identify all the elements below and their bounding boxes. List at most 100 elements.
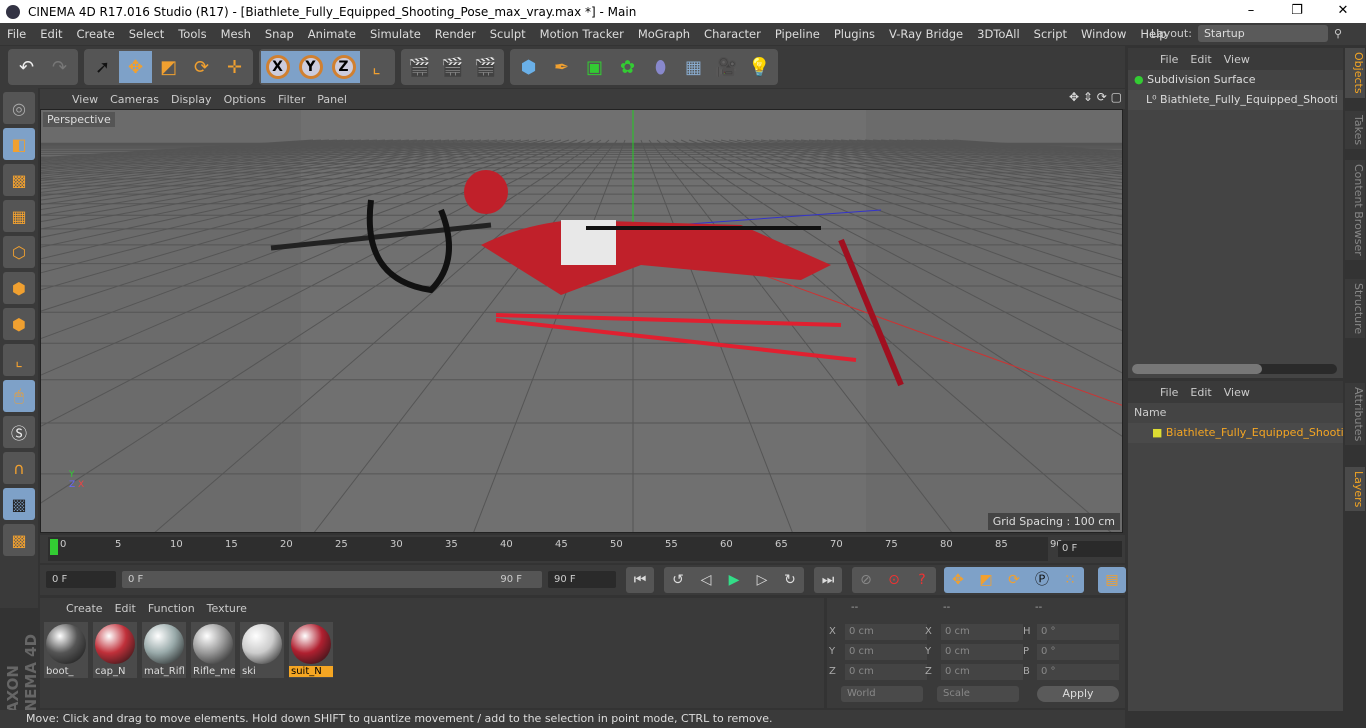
- prev-key-icon[interactable]: ↺: [664, 567, 692, 593]
- viewport-menu-filter[interactable]: Filter: [272, 93, 311, 106]
- cube-icon[interactable]: ⬢: [512, 51, 545, 83]
- play-icon[interactable]: ▶: [720, 567, 748, 593]
- tab-layers[interactable]: Layers: [1345, 467, 1365, 512]
- goto-end-icon[interactable]: ⏭: [814, 567, 842, 593]
- size-mode-dropdown[interactable]: Scale: [937, 686, 1019, 702]
- close-button[interactable]: ✕: [1320, 0, 1366, 23]
- goto-start-icon[interactable]: ⏮: [626, 567, 654, 593]
- viewport-menu-cameras[interactable]: Cameras: [104, 93, 165, 106]
- next-key-icon[interactable]: ↻: [776, 567, 804, 593]
- coordinate-system-icon[interactable]: ⌞: [360, 51, 393, 83]
- render-settings-icon[interactable]: 🎬: [469, 51, 502, 83]
- layers-menu-edit[interactable]: Edit: [1184, 386, 1217, 399]
- menu-edit[interactable]: Edit: [33, 27, 69, 41]
- deformer-icon[interactable]: ⬮: [644, 51, 677, 83]
- viewport-perspective[interactable]: Perspective YZ X Grid Spacing : 100 cm: [40, 109, 1123, 533]
- autokey-icon[interactable]: ⊙: [880, 567, 908, 593]
- material-menu-function[interactable]: Function: [142, 602, 201, 615]
- menu-v-ray-bridge[interactable]: V-Ray Bridge: [882, 27, 970, 41]
- coord-field[interactable]: 0 cm: [941, 664, 1023, 680]
- menu-plugins[interactable]: Plugins: [827, 27, 882, 41]
- axis-mode-icon[interactable]: ⌞: [3, 344, 35, 376]
- menu-motion-tracker[interactable]: Motion Tracker: [533, 27, 631, 41]
- coord-field[interactable]: 0 °: [1037, 644, 1119, 660]
- edges-mode-icon[interactable]: ⬢: [3, 272, 35, 304]
- light-icon[interactable]: 💡: [743, 51, 776, 83]
- scale-icon[interactable]: ◩: [152, 51, 185, 83]
- make-editable-icon[interactable]: ◎: [3, 92, 35, 124]
- material-swatch[interactable]: ski: [240, 622, 284, 678]
- key-scale-icon[interactable]: ◩: [972, 567, 1000, 593]
- key-rotation-icon[interactable]: ⟳: [1000, 567, 1028, 593]
- search-icon[interactable]: ⚲: [1334, 27, 1342, 40]
- material-swatch[interactable]: cap_N: [93, 622, 137, 678]
- record-keys-icon[interactable]: ⊘: [852, 567, 880, 593]
- apply-button[interactable]: Apply: [1037, 686, 1119, 702]
- viewport-menu-options[interactable]: Options: [218, 93, 272, 106]
- horizontal-scrollbar[interactable]: [1132, 364, 1337, 374]
- points-mode-icon[interactable]: ⬡: [3, 236, 35, 268]
- menu-snap[interactable]: Snap: [258, 27, 301, 41]
- coord-field[interactable]: 0 cm: [845, 644, 927, 660]
- render-picture-viewer-icon[interactable]: 🎬: [436, 51, 469, 83]
- lock-workplane-icon[interactable]: ▩: [3, 488, 35, 520]
- texture-mode-icon[interactable]: ▩: [3, 164, 35, 196]
- coord-field[interactable]: 0 cm: [845, 624, 927, 640]
- coordinate-mode-dropdown[interactable]: World: [841, 686, 923, 702]
- tab-objects[interactable]: Objects: [1345, 48, 1365, 98]
- timeline-ruler[interactable]: 0 5 10 15 20 25 30 35 40 45 50 55 60 65 70 75 80 85 90: [48, 537, 1063, 561]
- tweak-mode-icon[interactable]: 🖱: [3, 380, 35, 412]
- menu-character[interactable]: Character: [697, 27, 768, 41]
- render-view-icon[interactable]: 🎬: [403, 51, 436, 83]
- tab-content-browser[interactable]: Content Browser: [1345, 160, 1365, 260]
- menu-create[interactable]: Create: [70, 27, 122, 41]
- key-parameter-icon[interactable]: Ⓟ: [1028, 567, 1056, 593]
- material-menu-texture[interactable]: Texture: [201, 602, 253, 615]
- layers-menu-view[interactable]: View: [1218, 386, 1256, 399]
- coord-field[interactable]: 0 cm: [845, 664, 927, 680]
- maximize-button[interactable]: ❐: [1274, 0, 1320, 23]
- menu-pipeline[interactable]: Pipeline: [768, 27, 827, 41]
- menu-mesh[interactable]: Mesh: [214, 27, 258, 41]
- keyframe-selection-icon[interactable]: ?: [908, 567, 936, 593]
- material-menu-edit[interactable]: Edit: [109, 602, 142, 615]
- cloner-icon[interactable]: ✿: [611, 51, 644, 83]
- playhead[interactable]: [50, 539, 58, 555]
- menu-sculpt[interactable]: Sculpt: [483, 27, 533, 41]
- move-icon[interactable]: ✥: [119, 51, 152, 83]
- y-axis-icon[interactable]: Y: [294, 51, 327, 83]
- layer-item[interactable]: ■ Biathlete_Fully_Equipped_Shootir: [1128, 423, 1343, 443]
- menu-3dtoall[interactable]: 3DToAll: [970, 27, 1027, 41]
- coord-field[interactable]: 0 °: [1037, 624, 1119, 640]
- layers-menu-file[interactable]: File: [1154, 386, 1184, 399]
- tab-attributes[interactable]: Attributes: [1345, 383, 1365, 446]
- objects-menu-file[interactable]: File: [1154, 53, 1184, 66]
- menu-tools[interactable]: Tools: [171, 27, 213, 41]
- floor-icon[interactable]: ▦: [677, 51, 710, 83]
- snap-icon[interactable]: Ⓢ: [3, 416, 35, 448]
- range-slider[interactable]: 0 F 90 F: [122, 571, 542, 588]
- prev-frame-icon[interactable]: ◁: [692, 567, 720, 593]
- menu-simulate[interactable]: Simulate: [363, 27, 428, 41]
- object-item-subdivision-surface[interactable]: ● Subdivision Surface: [1128, 70, 1343, 90]
- workplane-icon[interactable]: ▦: [3, 200, 35, 232]
- objects-menu-view[interactable]: View: [1218, 53, 1256, 66]
- subdivision-icon[interactable]: ▣: [578, 51, 611, 83]
- start-frame-field[interactable]: 0 F: [46, 571, 116, 588]
- key-pla-icon[interactable]: ⁙: [1056, 567, 1084, 593]
- current-frame-field[interactable]: 0 F: [1058, 541, 1122, 557]
- menu-script[interactable]: Script: [1027, 27, 1074, 41]
- material-swatch[interactable]: mat_Rifl: [142, 622, 186, 678]
- x-axis-icon[interactable]: X: [261, 51, 294, 83]
- tab-structure[interactable]: Structure: [1345, 279, 1365, 339]
- pen-icon[interactable]: ✒: [545, 51, 578, 83]
- next-frame-icon[interactable]: ▷: [748, 567, 776, 593]
- tab-takes[interactable]: Takes: [1345, 111, 1365, 150]
- menu-render[interactable]: Render: [428, 27, 483, 41]
- rotate-icon[interactable]: ⟳: [185, 51, 218, 83]
- menu-mograph[interactable]: MoGraph: [631, 27, 697, 41]
- coord-field[interactable]: 0 cm: [941, 624, 1023, 640]
- viewport-nav-icons[interactable]: ✥ ⇕ ⟳ ▢: [1069, 90, 1122, 104]
- coord-field[interactable]: 0 °: [1037, 664, 1119, 680]
- coord-field[interactable]: 0 cm: [941, 644, 1023, 660]
